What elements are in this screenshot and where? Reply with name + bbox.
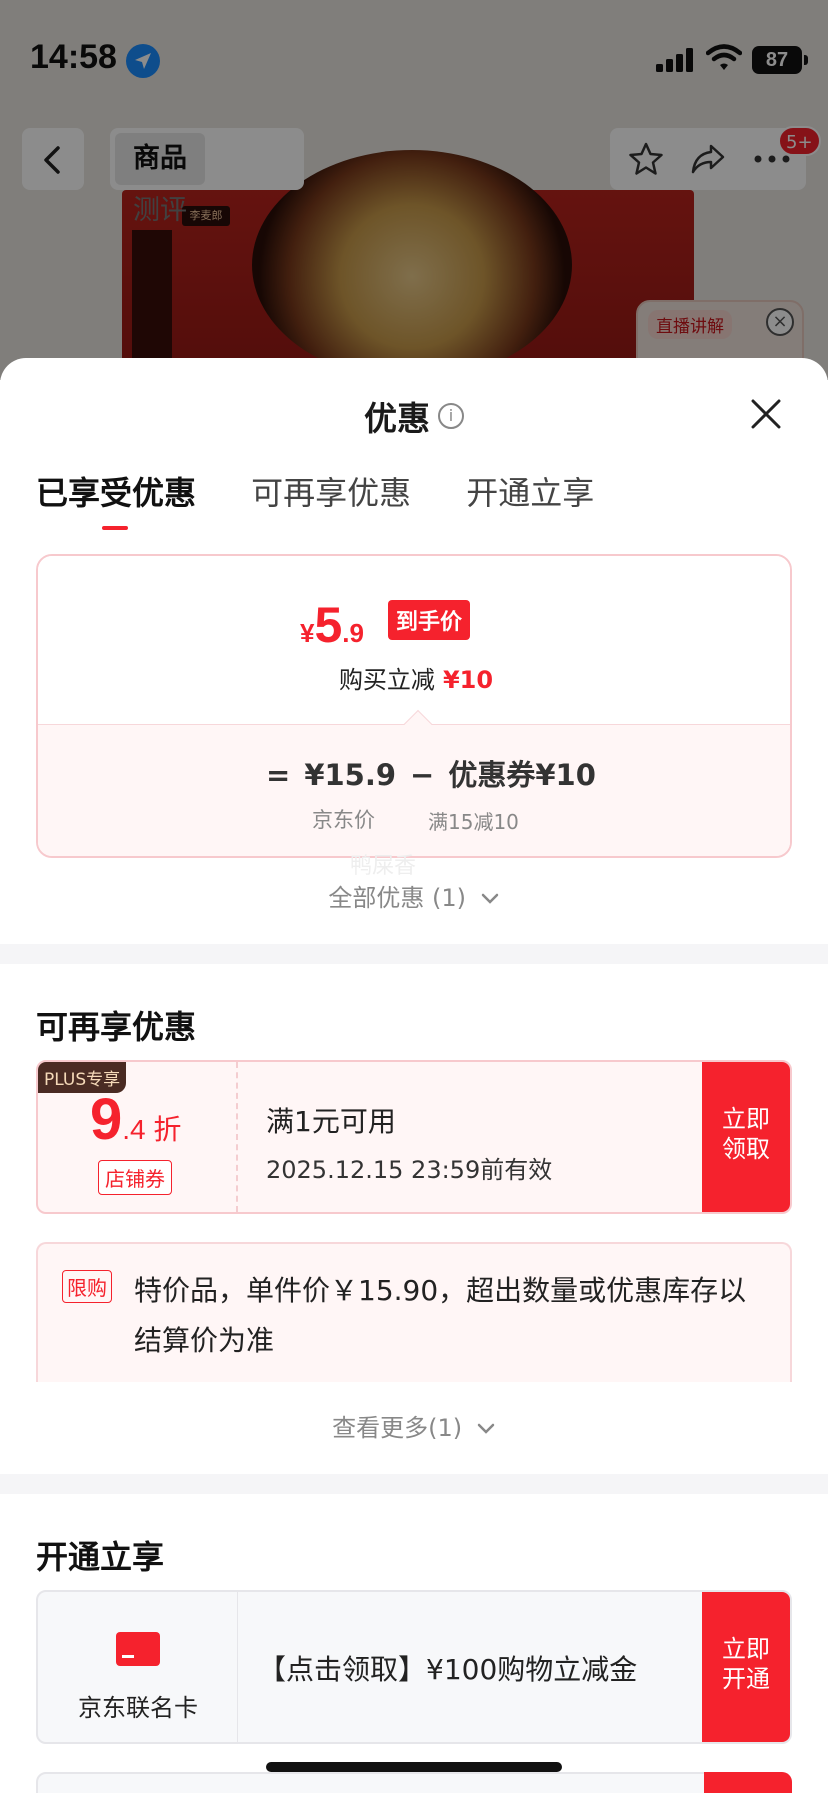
limit-tag: 限购 [62,1270,112,1303]
shop-coupon-tag: 店铺券 [98,1160,172,1195]
purchase-limit-notice: 限购 特价品，单件价￥15.90，超出数量或优惠库存以结算价为准 [36,1242,792,1382]
credit-card-icon [116,1632,160,1666]
equals-sign: = [266,758,291,792]
sheet-title: 优惠 i [0,392,828,440]
section-divider [0,1474,828,1494]
open-line2: 开通 [722,1665,770,1693]
price-equation: = ¥15.9− 优惠券¥10 [266,752,610,794]
sheet-title-text: 优惠 [364,399,430,438]
all-promotions-label: 全部优惠 (1) [328,884,466,912]
tab-more[interactable]: 可再享优惠 [251,468,411,514]
watermark-text: 鸭屎香 [350,854,417,879]
close-icon[interactable] [748,396,784,432]
open-section-title: 开通立享 [36,1538,165,1576]
price-integer: 5 [314,597,343,653]
info-icon[interactable]: i [438,403,464,429]
tab-enjoyed[interactable]: 已享受优惠 [36,468,196,530]
card-offer-desc: 【点击领取】¥100购物立减金 [258,1653,638,1686]
next-offer-card [36,1772,792,1793]
final-price-tag: 到手价 [388,600,471,640]
original-price: ¥15.9 [304,758,397,792]
card-name: 京东联名卡 [78,1694,198,1722]
promo-tabs: 已享受优惠 可再享优惠 开通立享 [36,468,644,530]
reduce-label: 购买立减 [338,666,435,694]
claim-line2: 领取 [722,1135,770,1163]
enjoyed-card: ¥5.9 到手价 购买立减 ¥10 = ¥15.9− 优惠券¥10 京东价 满15减1… [36,554,792,858]
overlay-dim[interactable] [0,0,828,380]
price-decimal: .9 [342,618,364,648]
discount-small: .4 折 [122,1114,182,1145]
discount-big: 9 [90,1087,123,1152]
coupon-expiry: 2025.12.15 23:59前有效 [266,1156,553,1184]
open-card-button[interactable]: 立即 开通 [702,1592,790,1742]
coupon-left: PLUS专享 9.4 折 店铺券 [38,1062,238,1212]
original-price-label: 京东价 [312,808,375,832]
price-currency: ¥ [300,618,315,648]
coupon-discount: 9.4 折 [90,1086,181,1153]
card-left: 京东联名卡 [38,1592,238,1742]
home-indicator[interactable] [266,1762,562,1772]
claim-line1: 立即 [722,1105,770,1133]
minus-sign: − [410,758,435,792]
reduce-value: ¥10 [442,666,494,694]
chevron-down-icon [481,893,498,904]
open-line1: 立即 [722,1635,770,1663]
see-more-label: 查看更多(1) [332,1414,463,1442]
plus-coupon-card: PLUS专享 9.4 折 店铺券 满1元可用 2025.12.15 23:59前… [36,1060,792,1214]
coupon-amount: 优惠券¥10 [448,758,596,792]
coupon-condition: 满1元可用 [266,1105,396,1138]
next-offer-button[interactable] [704,1772,792,1793]
see-more-link[interactable]: 查看更多(1) [0,1408,828,1443]
chevron-down-icon [477,1423,495,1434]
limit-text: 特价品，单件价￥15.90，超出数量或优惠库存以结算价为准 [134,1274,747,1357]
section-divider [0,944,828,964]
promotion-sheet: 优惠 i 已享受优惠 可再享优惠 开通立享 ¥5.9 到手价 购买立减 ¥10 = ¥… [0,358,828,1793]
claim-coupon-button[interactable]: 立即 领取 [702,1062,790,1212]
coupon-condition-label: 满15减10 [428,810,519,834]
enjoyed-top: ¥5.9 到手价 购买立减 ¥10 [38,556,790,724]
tab-open[interactable]: 开通立享 [466,468,594,514]
co-brand-card-offer: 京东联名卡 【点击领取】¥100购物立减金 立即 开通 [36,1590,792,1744]
all-promotions-link[interactable]: 全部优惠 (1) [0,878,828,913]
final-price: ¥5.9 [300,596,364,654]
more-section-title: 可再享优惠 [36,1008,197,1046]
reduce-line: 购买立减 ¥10 [38,660,790,695]
